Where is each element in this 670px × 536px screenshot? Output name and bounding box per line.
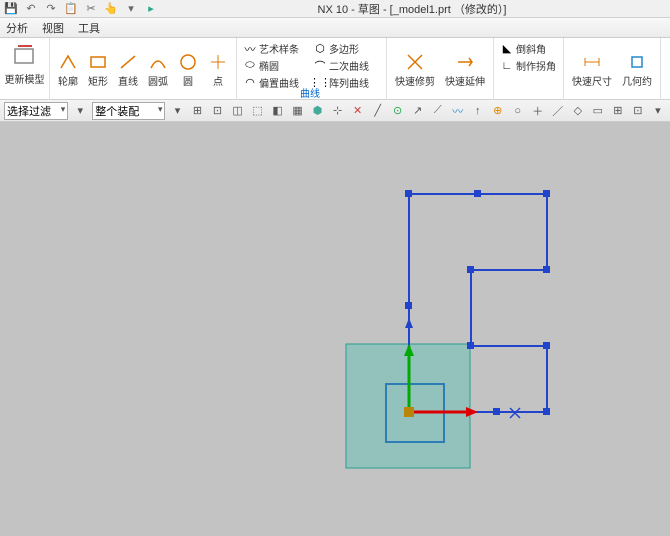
sketch-geometry [0,122,670,536]
filter-dropdown2-icon[interactable]: ▾ [169,102,185,120]
tool-icon-8[interactable]: ⊹ [330,102,346,120]
conic-icon: ⌒ [313,59,327,73]
offset-curve-button[interactable]: ◠偏置曲线 [241,74,301,91]
profile-icon [58,52,78,72]
tool-icon-22[interactable]: ⊞ [610,102,626,120]
ellipse-icon: ⬭ [243,59,257,73]
menu-tools[interactable]: 工具 [78,20,100,36]
line-button[interactable]: 直线 [114,50,142,90]
tool-icon-12[interactable]: ↗ [410,102,426,120]
rapid-dim-button[interactable]: 快速尺寸 [568,50,616,90]
point-button[interactable]: 点 [204,50,232,90]
menu-bar: 分析 视图 工具 [0,18,670,38]
profile-button[interactable]: 轮廓 [54,50,82,90]
conic-button[interactable]: ⌒二次曲线 [311,57,371,74]
dropdown-icon[interactable]: ▾ [124,2,138,16]
tool-icon-9[interactable]: ✕ [350,102,366,120]
update-model-icon [11,42,39,70]
tool-icon-2[interactable]: ⊡ [210,102,226,120]
tool-icon-19[interactable]: ／ [550,102,566,120]
touch-icon[interactable]: 👆 [104,2,118,16]
chamfer-icon: ◣ [500,42,514,56]
tool-icon-5[interactable]: ◧ [270,102,286,120]
quick-trim-button[interactable]: 快速修剪 [391,50,439,90]
circle-button[interactable]: 圆 [174,50,202,90]
circle-icon [178,52,198,72]
tool-icon-11[interactable]: ⊙ [390,102,406,120]
ellipse-button[interactable]: ⬭椭圆 [241,57,301,74]
tool-icon-7[interactable]: ⬢ [310,102,326,120]
spline-icon: 〰 [243,42,257,56]
assembly-filter-dropdown[interactable]: 整个装配 [92,102,165,120]
cut-icon[interactable]: ✂ [84,2,98,16]
quick-access-toolbar: 💾 ↶ ↷ 📋 ✂ 👆 ▾ ▸ [4,2,158,16]
tool-icon-17[interactable]: ○ [510,102,526,120]
tool-icon-18[interactable]: ＋ [530,102,546,120]
point-icon [208,52,228,72]
make-corner-button[interactable]: ∟制作拐角 [498,57,558,74]
extend-icon [455,52,475,72]
tool-icon-24[interactable]: ▾ [650,102,666,120]
geo-constraint-button[interactable]: 几何约 [618,50,656,90]
menu-view[interactable]: 视图 [42,20,64,36]
update-model-button[interactable]: 更新模型 [1,40,49,88]
copy-icon[interactable]: 📋 [64,2,78,16]
ribbon-group-label: 曲线 [300,85,320,100]
save-icon[interactable]: 💾 [4,2,18,16]
tool-icon-20[interactable]: ◇ [570,102,586,120]
line-icon [118,52,138,72]
redo-icon[interactable]: ↷ [44,2,58,16]
arc-button[interactable]: 圆弧 [144,50,172,90]
selection-filter-dropdown[interactable]: 选择过滤器 [4,102,68,120]
rectangle-icon [88,52,108,72]
ribbon: 更新模型 轮廓 矩形 直线 圆弧 圆 点 〰艺术样条 ⬭椭圆 ◠偏置曲线 ⬡多边… [0,38,670,100]
tool-icon-16[interactable]: ⊕ [490,102,506,120]
tool-icon-3[interactable]: ◫ [230,102,246,120]
undo-icon[interactable]: ↶ [24,2,38,16]
tool-icon-14[interactable]: 〰 [450,102,466,120]
play-icon[interactable]: ▸ [144,2,158,16]
tool-icon-21[interactable]: ▭ [590,102,606,120]
polygon-icon: ⬡ [313,42,327,56]
tool-icon-13[interactable]: ⟋ [430,102,446,120]
title-bar: 💾 ↶ ↷ 📋 ✂ 👆 ▾ ▸ NX 10 - 草图 - [_model1.pr… [0,0,670,18]
drawing-canvas[interactable]: www.rjzxw.com [0,122,670,536]
tool-icon-6[interactable]: ▦ [290,102,306,120]
tool-icon-23[interactable]: ⊡ [630,102,646,120]
quick-extend-button[interactable]: 快速延伸 [441,50,489,90]
tool-icon-1[interactable]: ⊞ [190,102,206,120]
constraint-icon [627,52,647,72]
corner-icon: ∟ [500,59,514,73]
chamfer-button[interactable]: ◣倒斜角 [498,40,548,57]
filter-toolbar: 选择过滤器 ▾ 整个装配 ▾ ⊞ ⊡ ◫ ⬚ ◧ ▦ ⬢ ⊹ ✕ ╱ ⊙ ↗ ⟋… [0,100,670,122]
tool-icon-10[interactable]: ╱ [370,102,386,120]
art-spline-button[interactable]: 〰艺术样条 [241,40,301,57]
trim-icon [405,52,425,72]
window-title: NX 10 - 草图 - [_model1.prt （修改的）] [158,1,666,17]
polygon-button[interactable]: ⬡多边形 [311,40,371,57]
offset-icon: ◠ [243,76,257,90]
arc-icon [148,52,168,72]
filter-dropdown-icon[interactable]: ▾ [72,102,88,120]
tool-icon-15[interactable]: ↑ [470,102,486,120]
dimension-icon [582,52,602,72]
pattern-curve-button[interactable]: ⋮⋮阵列曲线 [311,74,371,91]
tool-icon-4[interactable]: ⬚ [250,102,266,120]
menu-analyze[interactable]: 分析 [6,20,28,36]
rectangle-button[interactable]: 矩形 [84,50,112,90]
